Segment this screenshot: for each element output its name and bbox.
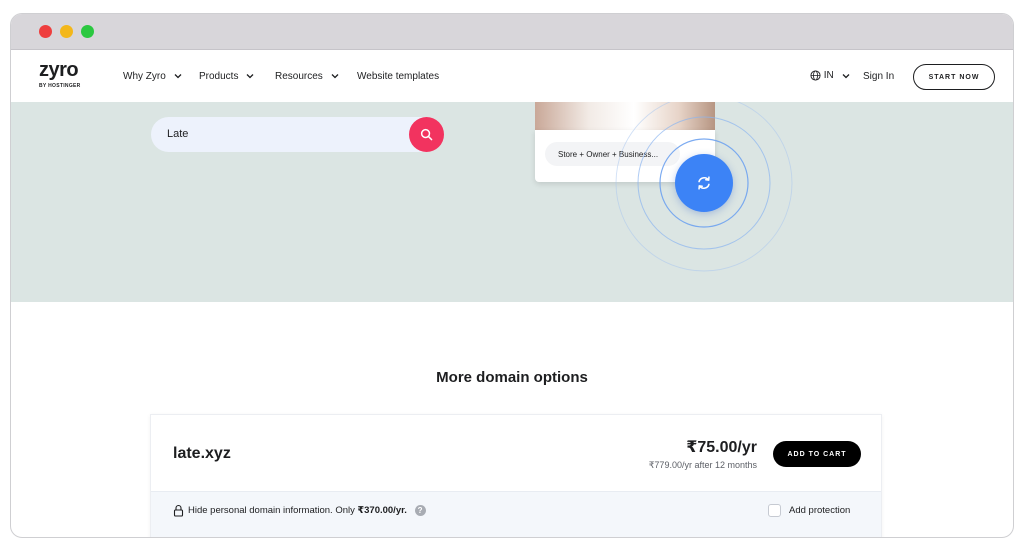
renewal-price: ₹779.00/yr after 12 months bbox=[648, 460, 757, 470]
nav-item-label: Website templates bbox=[357, 71, 440, 82]
domain-search-input[interactable]: Late bbox=[151, 117, 443, 152]
chevron-down-icon bbox=[331, 74, 339, 79]
title-bar bbox=[11, 14, 1013, 50]
chevron-down-icon bbox=[174, 74, 182, 79]
top-navbar: zyro BY HOSTINGER Why Zyro Products Reso… bbox=[11, 50, 1013, 102]
sign-in-link[interactable]: Sign In bbox=[863, 71, 894, 82]
privacy-price: ₹370.00/yr. bbox=[357, 505, 407, 517]
privacy-text: Hide personal domain information. Only bbox=[188, 505, 358, 517]
start-now-button[interactable]: START NOW bbox=[913, 64, 995, 90]
refresh-suggestions-button[interactable] bbox=[675, 154, 733, 212]
search-input-value: Late bbox=[167, 128, 189, 140]
domain-name: late.xyz bbox=[173, 445, 231, 462]
minimize-window-button[interactable] bbox=[60, 25, 73, 38]
language-code: IN bbox=[823, 70, 834, 82]
logo-wordmark: zyro bbox=[39, 59, 79, 81]
language-selector[interactable]: IN bbox=[810, 70, 850, 81]
help-icon[interactable]: ? bbox=[414, 505, 426, 516]
search-button[interactable] bbox=[409, 117, 444, 152]
close-window-button[interactable] bbox=[39, 25, 52, 38]
search-icon bbox=[420, 128, 433, 141]
zyro-logo[interactable]: zyro BY HOSTINGER bbox=[39, 59, 99, 93]
privacy-protection-row: Hide personal domain information. Only ₹… bbox=[151, 491, 881, 537]
browser-window: zyro BY HOSTINGER Why Zyro Products Reso… bbox=[10, 13, 1014, 538]
nav-item-resources[interactable]: Resources bbox=[275, 71, 339, 82]
add-to-cart-button[interactable]: ADD TO CART bbox=[773, 441, 861, 467]
nav-item-products[interactable]: Products bbox=[199, 71, 254, 82]
more-domain-options-heading: More domain options bbox=[436, 369, 588, 386]
hero-section: Late Store + Owner + Business... bbox=[11, 102, 1013, 302]
refresh-icon bbox=[698, 176, 710, 190]
domain-price: ₹75.00/yr bbox=[686, 439, 757, 456]
add-protection-label[interactable]: Add protection bbox=[789, 505, 850, 516]
chevron-down-icon bbox=[246, 74, 254, 79]
domain-result-card: late.xyz ₹75.00/yr ₹779.00/yr after 12 m… bbox=[150, 414, 882, 537]
lock-icon bbox=[173, 504, 184, 517]
add-protection-checkbox[interactable] bbox=[768, 504, 781, 517]
nav-item-why-zyro[interactable]: Why Zyro bbox=[123, 71, 182, 82]
maximize-window-button[interactable] bbox=[81, 25, 94, 38]
globe-icon bbox=[810, 70, 821, 81]
chevron-down-icon bbox=[842, 73, 850, 78]
nav-item-label: Products bbox=[199, 71, 239, 82]
nav-item-website-templates[interactable]: Website templates bbox=[357, 71, 439, 82]
privacy-description: Hide personal domain information. Only ₹… bbox=[188, 505, 426, 516]
nav-item-label: Why Zyro bbox=[123, 71, 166, 82]
nav-item-label: Resources bbox=[275, 71, 323, 82]
logo-byline: BY HOSTINGER bbox=[39, 83, 81, 89]
